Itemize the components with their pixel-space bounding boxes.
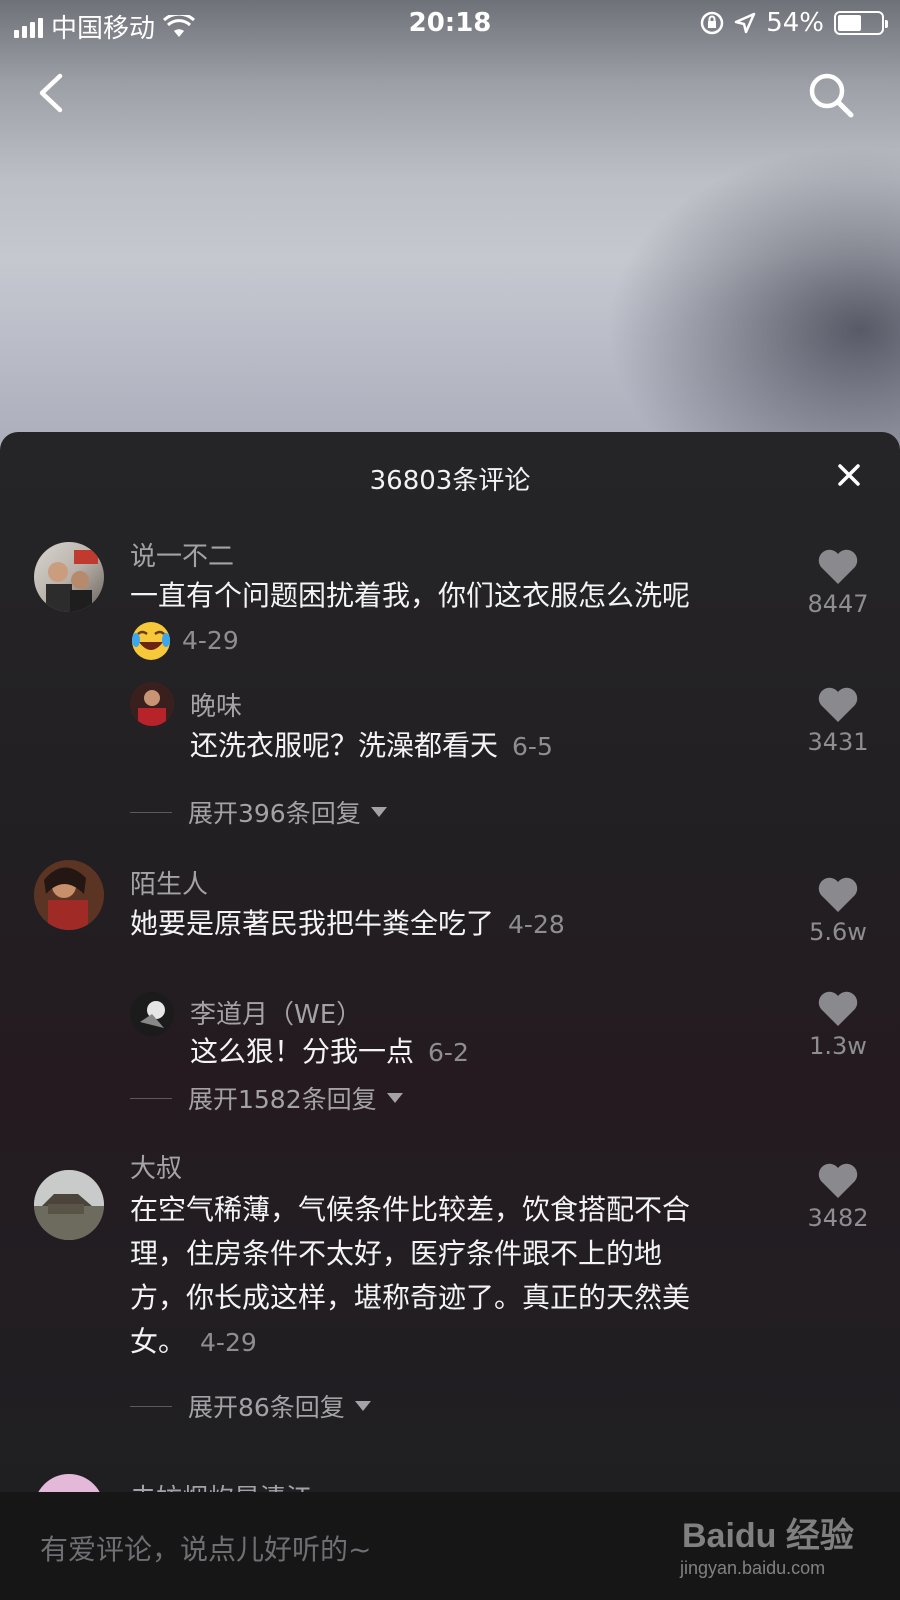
avatar[interactable] bbox=[34, 542, 104, 612]
comment-date: 4-29 bbox=[182, 626, 239, 655]
watermark-brand: Baidu 经验 bbox=[682, 1517, 854, 1555]
chevron-down-icon bbox=[386, 1093, 403, 1103]
avatar[interactable] bbox=[34, 1170, 104, 1240]
like-count: 5.6w bbox=[809, 918, 867, 946]
comment-text-line: 在空气稀薄，气候条件比较差，饮食搭配不合 bbox=[130, 1193, 691, 1226]
reply-like-button[interactable]: 3431 bbox=[798, 686, 878, 756]
comments-count-title: 36803条评论 bbox=[369, 466, 531, 496]
close-button[interactable] bbox=[834, 460, 864, 490]
comments-header: 36803条评论 bbox=[0, 432, 900, 518]
search-icon bbox=[809, 73, 854, 118]
expand-replies-label: 展开1582条回复 bbox=[188, 1085, 377, 1114]
comment-text-line: 女。 4-29 bbox=[130, 1320, 257, 1365]
heart-icon bbox=[818, 877, 858, 912]
reply-like-button[interactable]: 1.3w bbox=[798, 990, 878, 1060]
reply-avatar[interactable] bbox=[130, 992, 174, 1036]
comment-input-bar[interactable]: 有爱评论，说点儿好听的~ Baidu 经验 jingyan.baidu.com bbox=[0, 1492, 900, 1600]
like-button[interactable]: 8447 bbox=[798, 548, 878, 618]
comment-username[interactable]: 说一不二 bbox=[130, 536, 234, 573]
comment-body: 女。 bbox=[130, 1325, 187, 1358]
reply-body: 还洗衣服呢？洗澡都看天 bbox=[190, 729, 499, 762]
like-button[interactable]: 5.6w bbox=[798, 876, 878, 946]
avatar[interactable] bbox=[34, 860, 104, 930]
reply-username[interactable]: 晚味 bbox=[190, 686, 242, 723]
close-icon bbox=[838, 464, 860, 486]
comment-text: 她要是原著民我把牛粪全吃了 4-28 bbox=[130, 902, 565, 947]
divider-line bbox=[130, 811, 172, 813]
avatar-image bbox=[130, 682, 174, 726]
heart-icon bbox=[818, 1163, 858, 1198]
comment-username[interactable]: 大叔 bbox=[130, 1148, 182, 1185]
comments-panel: 36803条评论 说一不二 一直有个问题困扰着我，你们这衣服怎么洗呢 4-29 … bbox=[0, 432, 900, 1492]
reply-like-count: 3431 bbox=[807, 728, 869, 756]
battery-percent: 54% bbox=[766, 8, 824, 38]
like-count: 8447 bbox=[807, 590, 869, 618]
like-count: 3482 bbox=[807, 1204, 869, 1232]
avatar-image bbox=[130, 992, 174, 1036]
comment-username[interactable]: 去妨烟炊是清江 bbox=[130, 1478, 312, 1492]
search-button[interactable] bbox=[806, 70, 856, 120]
comment-text: 一直有个问题困扰着我，你们这衣服怎么洗呢 bbox=[130, 579, 691, 612]
like-button[interactable]: 3482 bbox=[798, 1162, 878, 1232]
comment-date: 4-28 bbox=[508, 910, 565, 939]
expand-replies-button[interactable]: 展开1582条回复 bbox=[130, 1080, 403, 1116]
comment-body: 她要是原著民我把牛粪全吃了 bbox=[130, 907, 495, 940]
back-button[interactable] bbox=[30, 68, 74, 118]
avatar-image bbox=[34, 860, 104, 930]
comment-date: 4-29 bbox=[200, 1328, 257, 1357]
expand-replies-label: 展开396条回复 bbox=[188, 799, 361, 828]
divider-line bbox=[130, 1097, 172, 1099]
reply-like-count: 1.3w bbox=[809, 1032, 867, 1060]
video-background bbox=[0, 0, 900, 470]
comment-input-placeholder[interactable]: 有爱评论，说点儿好听的~ bbox=[40, 1528, 371, 1568]
expand-replies-button[interactable]: 展开396条回复 bbox=[130, 794, 387, 830]
location-arrow-icon bbox=[734, 12, 756, 34]
reply-date: 6-2 bbox=[428, 1038, 469, 1067]
expand-replies-button[interactable]: 展开86条回复 bbox=[130, 1388, 371, 1424]
chevron-left-icon bbox=[39, 73, 63, 113]
rotation-lock-icon bbox=[700, 11, 724, 35]
reply-text: 这么狠！分我一点 6-2 bbox=[190, 1030, 469, 1075]
avatar-image bbox=[34, 1170, 104, 1240]
divider-line bbox=[130, 1405, 172, 1407]
battery-icon bbox=[834, 11, 888, 35]
avatar[interactable] bbox=[34, 1474, 104, 1492]
heart-icon bbox=[818, 991, 858, 1026]
reply-body: 这么狠！分我一点 bbox=[190, 1035, 415, 1068]
reply-date: 6-5 bbox=[512, 732, 553, 761]
comment-username[interactable]: 陌生人 bbox=[130, 864, 208, 901]
comment-meta: 4-29 bbox=[130, 618, 239, 663]
heart-icon bbox=[818, 687, 858, 722]
watermark-url: jingyan.baidu.com bbox=[680, 1558, 826, 1578]
heart-icon bbox=[818, 549, 858, 584]
battery-level bbox=[838, 15, 861, 31]
baidu-jingyan-watermark: Baidu 经验 jingyan.baidu.com bbox=[670, 1496, 870, 1596]
avatar-image bbox=[46, 550, 98, 612]
reply-avatar[interactable] bbox=[130, 682, 174, 726]
expand-replies-label: 展开86条回复 bbox=[188, 1393, 345, 1422]
comment-text-line: 方，你长成这样，堪称奇迹了。真正的天然美 bbox=[130, 1281, 691, 1314]
laughing-tears-emoji-icon bbox=[132, 622, 170, 660]
status-bar: 中国移动 20:18 54% bbox=[0, 0, 900, 46]
comment-text-line: 理，住房条件不太好，医疗条件跟不上的地 bbox=[130, 1237, 663, 1270]
reply-username[interactable]: 李道月（WE） bbox=[190, 994, 362, 1031]
chevron-down-icon bbox=[370, 807, 387, 817]
reply-text: 还洗衣服呢？洗澡都看天 6-5 bbox=[190, 724, 553, 769]
chevron-down-icon bbox=[354, 1401, 371, 1411]
